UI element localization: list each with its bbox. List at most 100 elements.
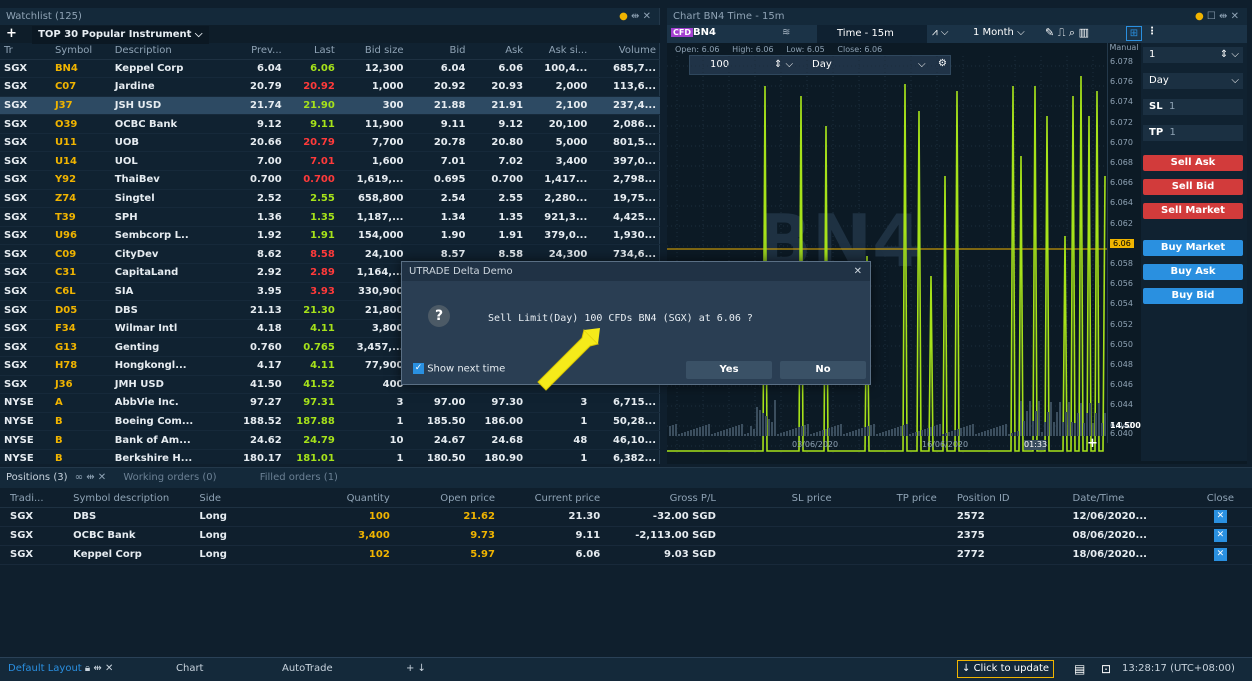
layout-selector[interactable]: Default Layout 🔒︎ ⇹ ✕ [8, 658, 113, 680]
yes-button[interactable]: Yes [686, 361, 772, 379]
tab-filled-orders[interactable]: Filled orders (1) [260, 472, 338, 483]
tab-chart[interactable]: Chart [176, 658, 203, 680]
column-header[interactable]: Prev... [221, 43, 286, 60]
column-header[interactable]: Tradi... [0, 490, 64, 508]
buy-ask-button[interactable]: Buy Ask [1143, 264, 1243, 280]
volume-bar [672, 425, 674, 436]
qty-stepper-icon[interactable]: ⇕ ⌵ [1220, 47, 1239, 63]
volume-bar [858, 429, 860, 436]
column-header[interactable]: Gross P/L [610, 490, 726, 508]
column-header[interactable]: Open price [399, 490, 505, 508]
column-header[interactable]: Description [110, 43, 222, 60]
link-icon[interactable]: ∞ ⇹ ✕ [75, 472, 106, 483]
sell-market-button[interactable]: Sell Market [1143, 203, 1243, 219]
table-row[interactable]: SGX OCBC Bank Long 3,400 9.73 9.11 -2,113.00 S… [0, 526, 1252, 546]
column-header[interactable]: Volume [591, 43, 660, 60]
close-icon[interactable]: ✕ [854, 262, 862, 281]
table-row[interactable]: SGX DBS Long 100 21.62 21.30 -32.00 SGD 2572 12/… [0, 507, 1252, 527]
column-header[interactable]: Ask [469, 43, 528, 60]
column-header[interactable]: TP price [841, 490, 947, 508]
add-icon[interactable]: + [6, 26, 17, 41]
table-row[interactable]: NYSE B Boeing Com... 188.52 187.88 1 185.50 186… [0, 412, 660, 432]
table-cell: 12,300 [338, 59, 408, 79]
close-position-button[interactable]: ✕ [1188, 507, 1252, 527]
save-icon[interactable]: ▤ [1074, 658, 1085, 680]
column-header[interactable]: Ask si... [527, 43, 592, 60]
add-chart-icon[interactable]: + [1087, 436, 1098, 451]
table-row[interactable]: SGX J37 JSH USD 21.74 21.90 300 21.88 21.91 2,10… [0, 96, 660, 116]
chart-window-controls[interactable]: ● ☐ ⇹ ✕ [1195, 8, 1239, 25]
table-cell: DBS [63, 507, 190, 527]
close-position-button[interactable]: ✕ [1188, 545, 1252, 565]
column-header[interactable]: Symbol description [63, 490, 190, 508]
more-icon[interactable]: ⋮ [1147, 26, 1157, 37]
table-row[interactable]: SGX U96 Sembcorp L.. 1.92 1.91 154,000 1.90 1.9… [0, 226, 660, 246]
tab-positions[interactable]: Positions (3) [6, 472, 68, 483]
table-cell: 2,100 [527, 96, 592, 116]
buy-bid-button[interactable]: Buy Bid [1143, 288, 1243, 304]
table-row[interactable]: SGX Y92 ThaiBev 0.700 0.700 1,619,... 0.695 0.7… [0, 170, 660, 190]
table-cell: 0.700 [221, 170, 286, 190]
table-row[interactable]: SGX C07 Jardine 20.79 20.92 1,000 20.92 20.93 2,… [0, 77, 660, 97]
order-duration-select[interactable]: Day ⌵ [1143, 73, 1243, 89]
close-icon[interactable]: ✕ [1213, 510, 1227, 523]
tab-working-orders[interactable]: Working orders (0) [123, 472, 216, 483]
watchlist-window-controls[interactable]: ● ⇹ ✕ [619, 8, 651, 25]
y-tick: 6.078 [1110, 57, 1133, 66]
tab-autotrade[interactable]: AutoTrade [282, 658, 333, 680]
chart-symbol[interactable]: BN4 [693, 27, 716, 38]
column-header[interactable]: Last [285, 43, 339, 60]
update-button[interactable]: ↓ Click to update [957, 660, 1055, 678]
column-header[interactable]: Tr [0, 43, 51, 60]
table-cell: SGX [0, 263, 51, 283]
table-row[interactable]: SGX Z74 Singtel 2.52 2.55 658,800 2.54 2.55 2,28… [0, 189, 660, 209]
column-header[interactable]: Bid size [338, 43, 408, 60]
add-tab-icon[interactable]: + ↓ [406, 658, 426, 680]
close-icon[interactable]: ✕ [1213, 548, 1227, 561]
table-cell: 7.01 [285, 151, 339, 172]
volume-bar [1002, 425, 1004, 436]
column-header[interactable]: Quantity [284, 490, 400, 508]
column-header[interactable]: Side [189, 490, 285, 508]
table-row[interactable]: NYSE B Bank of Am... 24.62 24.79 10 24.67 24.68… [0, 430, 660, 450]
range-select[interactable]: 1 Month ⌵ [973, 27, 1025, 38]
column-header[interactable]: Date/Time [1062, 490, 1189, 508]
draw-tools-icon[interactable]: ✎ ⎍ ⌕ ▥ [1045, 26, 1089, 40]
show-next-time-checkbox[interactable]: ✓ Show next time [413, 363, 505, 375]
close-position-button[interactable]: ✕ [1188, 526, 1252, 546]
column-header[interactable]: Close [1188, 490, 1252, 508]
table-row[interactable]: SGX O39 OCBC Bank 9.12 9.11 11,900 9.11 9.12 20,… [0, 114, 660, 134]
buy-market-button[interactable]: Buy Market [1143, 240, 1243, 256]
no-button[interactable]: No [780, 361, 866, 379]
column-header[interactable]: Bid [407, 43, 470, 60]
column-header[interactable]: Position ID [946, 490, 1063, 508]
chart-header: Chart BN4 Time - 15m ● ☐ ⇹ ✕ [667, 8, 1247, 25]
tp-input[interactable]: TP 1 [1143, 125, 1243, 141]
sl-input[interactable]: SL 1 [1143, 99, 1243, 115]
chart-scroll-handle[interactable] [1047, 451, 1059, 460]
table-row[interactable]: NYSE B Berkshire H... 180.17 181.01 1 180.50 18… [0, 449, 660, 469]
column-header[interactable]: Current price [504, 490, 611, 508]
sell-ask-button[interactable]: Sell Ask [1143, 155, 1243, 171]
table-row[interactable]: SGX Keppel Corp Long 102 5.97 6.06 9.03 SGD 277… [0, 545, 1252, 565]
indicator-icon[interactable]: ≋ [782, 27, 790, 38]
table-row[interactable]: SGX T39 SPH 1.36 1.35 1,187,... 1.34 1.35 921,3.… [0, 207, 660, 227]
manual-toggle[interactable]: Manual [1107, 43, 1141, 55]
sell-bid-button[interactable]: Sell Bid [1143, 179, 1243, 195]
price-chart[interactable]: BN4 [667, 56, 1107, 458]
column-header[interactable]: Symbol [50, 43, 111, 60]
lock-icon[interactable]: 🔒︎ ⇹ ✕ [85, 663, 113, 674]
layout-icon[interactable]: ⊞ [1126, 26, 1142, 41]
column-header[interactable]: SL price [725, 490, 842, 508]
order-qty-input[interactable]: 1 ⇕ ⌵ [1143, 47, 1243, 63]
table-row[interactable]: SGX BN4 Keppel Corp 6.04 6.06 12,300 6.04 6.06 1… [0, 59, 660, 79]
timeframe-select[interactable]: Time - 15m [817, 25, 927, 43]
watchlist-selector[interactable]: TOP 30 Popular Instrument ⌵ [32, 26, 209, 44]
table-row[interactable]: SGX U14 UOL 7.00 7.01 1,600 7.01 7.02 3,400 397,0… [0, 151, 660, 172]
line-style-icon[interactable]: ⩘ ⌵ [932, 27, 948, 38]
unlock-icon[interactable]: ⊡ [1101, 658, 1111, 680]
table-row[interactable]: SGX U11 UOB 20.66 20.79 7,700 20.78 20.80 5,000 8… [0, 133, 660, 153]
table-cell: 1 [527, 412, 592, 432]
close-icon[interactable]: ✕ [1213, 529, 1227, 542]
table-cell: 2375 [946, 526, 1063, 546]
